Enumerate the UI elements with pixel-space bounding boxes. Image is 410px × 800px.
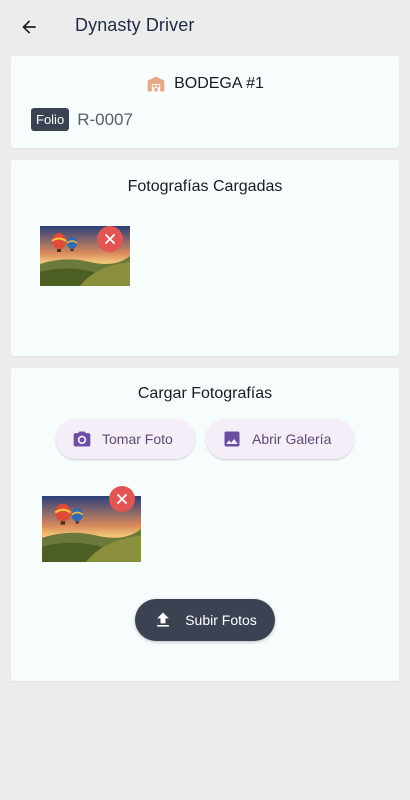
folio-badge: Folio [31, 108, 70, 131]
open-gallery-label: Abrir Galería [252, 431, 332, 447]
warehouse-icon [147, 76, 165, 92]
upload-photos-title: Cargar Fotografías [137, 385, 273, 402]
app-title: Dynasty Driver [75, 15, 195, 35]
app-bar: Dynasty Driver [0, 0, 410, 54]
uploaded-photos-card: Fotografías Cargadas [11, 160, 399, 356]
warehouse-card: BODEGA #1 Folio R-0007 [11, 56, 399, 148]
take-photo-label: Tomar Foto [102, 431, 173, 447]
arrow-back-icon [22, 20, 36, 34]
upload-icon [157, 612, 170, 627]
close-icon [105, 234, 115, 244]
warehouse-header: BODEGA #1 [11, 74, 399, 94]
remove-pending-photo-button[interactable] [109, 486, 135, 512]
uploaded-photos-title: Fotografías Cargadas [127, 178, 283, 195]
upload-photos-card: Cargar Fotografías Tomar Foto Abrir Gale… [11, 368, 399, 681]
folio-value: R-0007 [77, 109, 133, 129]
remove-uploaded-photo-button[interactable] [97, 226, 123, 252]
back-button[interactable] [14, 12, 44, 42]
warehouse-name: BODEGA #1 [174, 75, 264, 92]
take-photo-button[interactable]: Tomar Foto [56, 419, 195, 459]
upload-photos-button[interactable]: Subir Fotos [135, 599, 275, 641]
open-gallery-button[interactable]: Abrir Galería [206, 419, 354, 459]
image-icon [224, 431, 240, 447]
folio-row: Folio R-0007 [31, 108, 133, 131]
upload-photos-label: Subir Fotos [185, 612, 257, 628]
camera-icon [73, 431, 91, 447]
close-icon [117, 494, 127, 504]
